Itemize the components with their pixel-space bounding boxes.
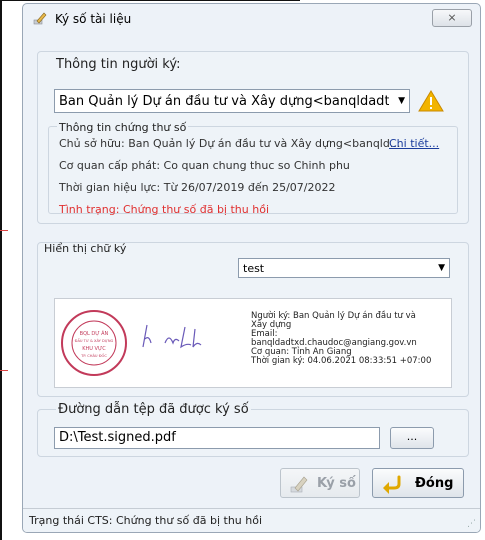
certificate-validity: Thời gian hiệu lực: Từ 26/07/2019 đến 25…: [59, 181, 336, 194]
certificate-info-label: Thông tin chứng thư số: [57, 121, 189, 134]
certificate-owner: Chủ sở hữu: Ban Quản lý Dự án đầu tư và …: [59, 137, 401, 150]
details-link[interactable]: Chi tiết...: [389, 137, 439, 150]
output-path-label: Đường dẫn tệp đã được ký số: [56, 402, 251, 417]
output-path-input[interactable]: D:\Test.signed.pdf: [54, 427, 380, 449]
return-arrow-icon: [383, 475, 401, 494]
resize-grip-icon[interactable]: ⋰: [467, 519, 476, 529]
margin-mark: [0, 370, 8, 371]
window-title: Ký số tài liệu: [55, 12, 132, 26]
handwritten-signature-image: [142, 324, 202, 349]
signer-select[interactable]: Ban Quản lý Dự án đầu tư và Xây dựng<ban…: [54, 89, 410, 113]
chevron-down-icon: ▼: [398, 96, 405, 106]
certificate-info-group: Thông tin chứng thư số Chủ sở hữu: Ban Q…: [48, 121, 458, 216]
certificate-issuer: Cơ quan cấp phát: Co quan chung thuc so …: [59, 159, 350, 172]
page-edge-left: [0, 0, 2, 540]
close-icon: ⨯: [447, 11, 457, 24]
signature-display-label: Hiển thị chữ ký: [44, 242, 127, 255]
signature-display-group: Hiển thị chữ ký test ▼ BQL DỰ ÁN ĐẦU TƯ …: [37, 242, 469, 397]
browse-button[interactable]: ...: [390, 427, 434, 449]
close-button-label: Đóng: [415, 476, 454, 491]
pen-icon: [290, 476, 308, 493]
output-path-group: Đường dẫn tệp đã được ký số D:\Test.sign…: [37, 402, 469, 457]
margin-mark: [0, 230, 8, 231]
official-stamp-image: BQL DỰ ÁN ĐẦU TƯ & XÂY DỰNG KHU VỰC TP. …: [61, 310, 127, 376]
signer-select-value: Ban Quản lý Dự án đầu tư và Xây dựng<ban…: [59, 94, 389, 109]
stamp-text: BQL DỰ ÁN: [80, 330, 109, 337]
stamp-text: KHU VỰC: [82, 346, 106, 352]
status-bar: Trạng thái CTS: Chứng thư số đã bị thu h…: [23, 508, 480, 532]
signer-info-label: Thông tin người ký:: [56, 57, 181, 72]
sign-document-dialog: Ký số tài liệu ⨯ Thông tin người ký: Ban…: [22, 3, 481, 533]
pen-icon: [33, 12, 47, 25]
status-text: Trạng thái CTS: Chứng thư số đã bị thu h…: [29, 514, 263, 527]
sign-button[interactable]: Ký số: [280, 468, 360, 498]
stamp-text: ĐẦU TƯ & XÂY DỰNG: [75, 338, 114, 343]
stamp-text: TP. CHÂU ĐỐC: [80, 353, 107, 358]
page-edge-top: [0, 0, 300, 1]
signature-template-value: test: [243, 262, 265, 275]
close-button[interactable]: Đóng: [372, 468, 464, 498]
certificate-status: Tình trạng: Chứng thư số đã bị thu hồi: [59, 203, 269, 216]
signature-preview: BQL DỰ ÁN ĐẦU TƯ & XÂY DỰNG KHU VỰC TP. …: [54, 298, 452, 388]
chevron-down-icon: ▼: [438, 263, 445, 273]
signer-info-group: Thông tin người ký: Ban Quản lý Dự án đầ…: [37, 51, 469, 224]
warning-icon: [418, 90, 444, 112]
sign-button-label: Ký số: [317, 476, 356, 491]
title-bar: Ký số tài liệu ⨯: [23, 4, 480, 32]
preview-time: Thời gian ký: 04.06.2021 08:33:51 +07:00: [251, 356, 432, 366]
signature-template-select[interactable]: test ▼: [238, 258, 450, 278]
close-window-button[interactable]: ⨯: [432, 9, 472, 27]
